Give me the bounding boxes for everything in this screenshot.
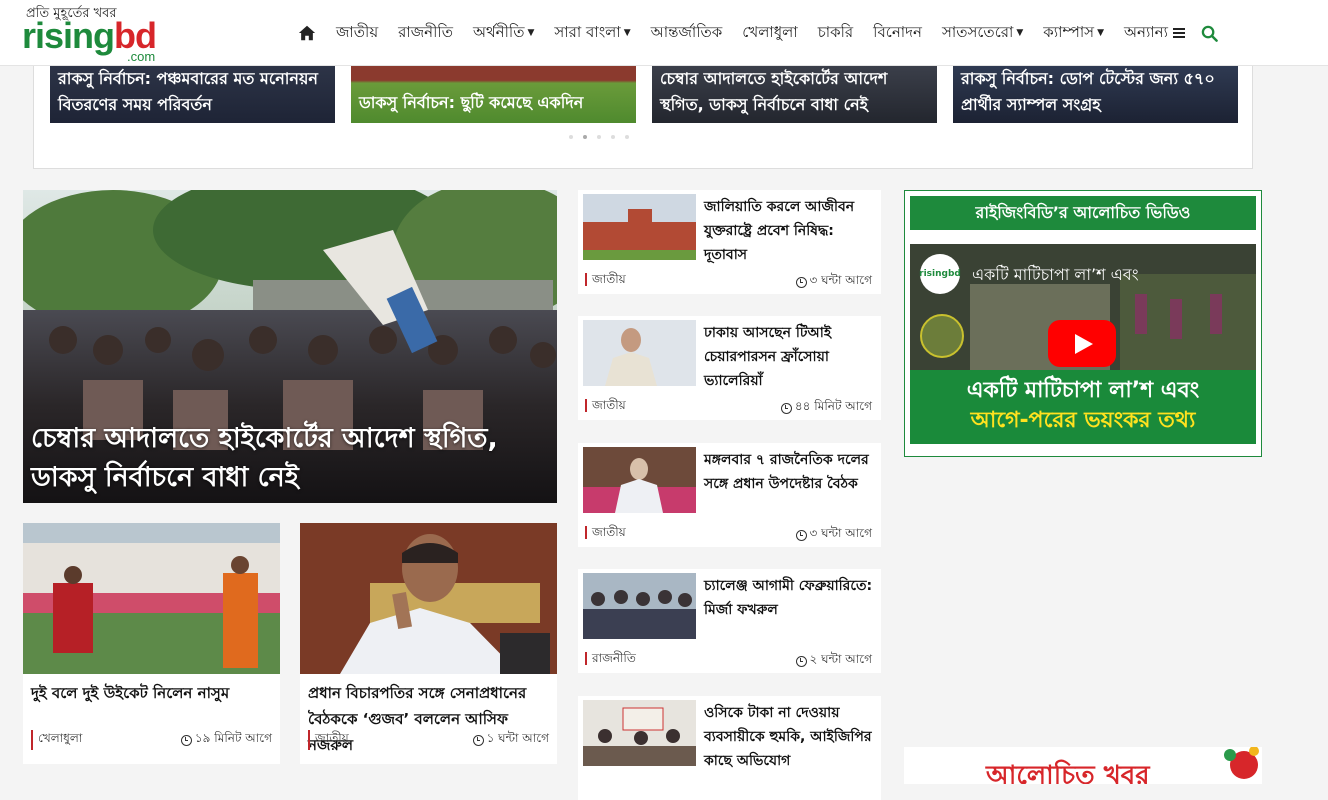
news-card-category[interactable]: খেলাধুলা [31, 730, 82, 750]
slider-item-title: ডাকসু নির্বাচন: ছুটি কমেছে একদিন [359, 93, 584, 112]
clock-icon [472, 734, 484, 746]
site-logo[interactable]: প্রতি মুহূর্তের খবর risingbd .com [22, 4, 182, 64]
menu-icon [1172, 26, 1185, 40]
video-caption-band: একটি মাটিচাপা লা’শ এবং আগে-পরের ভয়ংকর ত… [910, 370, 1256, 444]
video-widget: রাইজিংবিডি’র আলোচিত ভিডিও risingbd একটি … [904, 190, 1262, 457]
search-icon[interactable] [1201, 25, 1218, 42]
list-item-category[interactable]: জাতীয় [585, 399, 626, 412]
list-item-time: ২ ঘন্টা আগে [795, 651, 872, 671]
caret-down-icon: ▼ [623, 28, 631, 38]
headline-slider: রাকসু নির্বাচন: পঞ্চমবারের মত মনোনয়ন বি… [33, 66, 1253, 169]
news-card-title: দুই বলে দুই উইকেট নিলেন নাসুম [31, 684, 230, 702]
slider-pagination[interactable] [569, 135, 629, 139]
list-item-thumb [583, 447, 696, 513]
list-item-category[interactable]: জাতীয় [585, 273, 626, 286]
video-caption-line1: একটি মাটিচাপা লা’শ এবং [966, 378, 1200, 403]
clock-icon [795, 655, 807, 667]
slider-item-title: রাকসু নির্বাচন: পঞ্চমবারের মত মনোনয়ন বি… [58, 69, 318, 114]
nav-item-national[interactable]: জাতীয় [336, 21, 378, 46]
list-item[interactable]: ঢাকায় আসছেন টিআই চেয়ারপারসন ফ্রাঁসোয়া… [578, 316, 881, 420]
caret-down-icon: ▼ [527, 28, 535, 38]
list-item-time: ৪৪ মিনিট আগে [780, 398, 872, 418]
slider-item[interactable]: ডাকসু নির্বাচন: ছুটি কমেছে একদিন [351, 66, 636, 123]
site-header: প্রতি মুহূর্তের খবর risingbd .com জাতীয়… [0, 0, 1328, 66]
news-card-category[interactable]: জাতীয় [308, 730, 349, 750]
video-title[interactable]: একটি মাটিচাপা লা’শ এবং [972, 262, 1139, 289]
channel-logo[interactable]: risingbd [919, 254, 961, 294]
caret-down-icon: ▼ [1097, 28, 1105, 38]
news-card-photo [300, 523, 557, 674]
slider-item[interactable]: রাকসু নির্বাচন: ডোপ টেস্টের জন্য ৫৭০ প্র… [953, 66, 1238, 123]
video-caption-line2: আগে-পরের ভয়ংকর তথ্য [970, 408, 1196, 433]
list-item[interactable]: জালিয়াতি করলে আজীবন যুক্তরাষ্ট্রে প্রবে… [578, 190, 881, 294]
list-item-thumb [583, 320, 696, 386]
news-card-time: ১ ঘন্টা আগে [472, 730, 549, 750]
list-item-category[interactable]: জাতীয় [585, 526, 626, 539]
play-icon[interactable] [1048, 320, 1116, 367]
list-item-thumb [583, 700, 696, 766]
logo-domain: .com [127, 49, 156, 64]
nav-item-countryside[interactable]: সারা বাংলা ▼ [554, 21, 630, 46]
nav-item-entertainment[interactable]: বিনোদন [873, 21, 922, 46]
lead-story-title: চেম্বার আদালতে হাইকোর্টের আদেশ স্থগিত, ড… [31, 423, 498, 493]
caret-down-icon: ▼ [1016, 28, 1024, 38]
list-item[interactable]: মঙ্গলবার ৭ রাজনৈতিক দলের সঙ্গে প্রধান উপ… [578, 443, 881, 547]
list-item-title: চ্যালেঞ্জ আগামী ফেব্রুয়ারিতে: মির্জা ফখ… [704, 578, 873, 618]
trending-news-banner[interactable]: আলোচিত খবর [904, 747, 1262, 784]
nav-item-sports[interactable]: খেলাধুলা [742, 21, 797, 46]
nav-item-economy[interactable]: অর্থনীতি ▼ [473, 21, 534, 46]
channel-avatar [920, 314, 964, 358]
nav-item-international[interactable]: আন্তর্জাতিক [651, 21, 723, 46]
clock-icon [795, 529, 807, 541]
list-item[interactable]: ওসিকে টাকা না দেওয়ায় ব্যবসায়ীকে হুমকি… [578, 696, 881, 800]
slider-item[interactable]: চেম্বার আদালতে হাইকোর্টের আদেশ স্থগিত, ড… [652, 66, 937, 123]
list-item-category[interactable]: রাজনীতি [585, 652, 636, 665]
list-item[interactable]: চ্যালেঞ্জ আগামী ফেব্রুয়ারিতে: মির্জা ফখ… [578, 569, 881, 673]
news-card-photo [23, 523, 280, 674]
slider-item[interactable]: রাকসু নির্বাচন: পঞ্চমবারের মত মনোনয়ন বি… [50, 66, 335, 123]
trending-news-title: আলোচিত খবর [986, 761, 1150, 784]
clock-icon [180, 734, 192, 746]
home-icon[interactable] [298, 24, 316, 42]
nav-item-politics[interactable]: রাজনীতি [398, 21, 453, 46]
list-item-thumb [583, 194, 696, 260]
clock-icon [780, 402, 792, 414]
nav-item-miscellany[interactable]: সাতসতেরো ▼ [942, 21, 1023, 46]
list-item-title: জালিয়াতি করলে আজীবন যুক্তরাষ্ট্রে প্রবে… [704, 199, 855, 263]
nav-item-campus[interactable]: ক্যাম্পাস ▼ [1043, 21, 1104, 46]
list-item-time: ৩ ঘন্টা আগে [795, 272, 872, 292]
news-card-time: ১৯ মিনিট আগে [180, 730, 272, 750]
video-player[interactable]: risingbd একটি মাটিচাপা লা’শ এবং একটি মাট… [910, 244, 1256, 444]
slider-item-title: রাকসু নির্বাচন: ডোপ টেস্টের জন্য ৫৭০ প্র… [961, 69, 1215, 114]
list-item-time: ৩ ঘন্টা আগে [795, 525, 872, 545]
slider-item-title: চেম্বার আদালতে হাইকোর্টের আদেশ স্থগিত, ড… [660, 69, 888, 114]
main-nav: জাতীয় রাজনীতি অর্থনীতি ▼ সারা বাংলা ▼ আন্… [298, 20, 1218, 46]
clock-icon [795, 276, 807, 288]
news-card[interactable]: দুই বলে দুই উইকেট নিলেন নাসুম খেলাধুলা ১… [23, 523, 280, 764]
video-widget-heading: রাইজিংবিডি’র আলোচিত ভিডিও [910, 196, 1256, 230]
lead-story[interactable]: চেম্বার আদালতে হাইকোর্টের আদেশ স্থগিত, ড… [23, 190, 557, 503]
list-item-title: মঙ্গলবার ৭ রাজনৈতিক দলের সঙ্গে প্রধান উপ… [704, 452, 869, 492]
news-card[interactable]: প্রধান বিচারপতির সঙ্গে সেনাপ্রধানের বৈঠক… [300, 523, 557, 764]
nav-item-jobs[interactable]: চাকরি [818, 21, 853, 46]
list-item-title: ওসিকে টাকা না দেওয়ায় ব্যবসায়ীকে হুমকি… [704, 705, 872, 769]
list-item-thumb [583, 573, 696, 639]
list-item-title: ঢাকায় আসছেন টিআই চেয়ারপারসন ফ্রাঁসোয়া… [704, 325, 832, 389]
nav-item-others[interactable]: অন্যান্য [1124, 21, 1185, 46]
